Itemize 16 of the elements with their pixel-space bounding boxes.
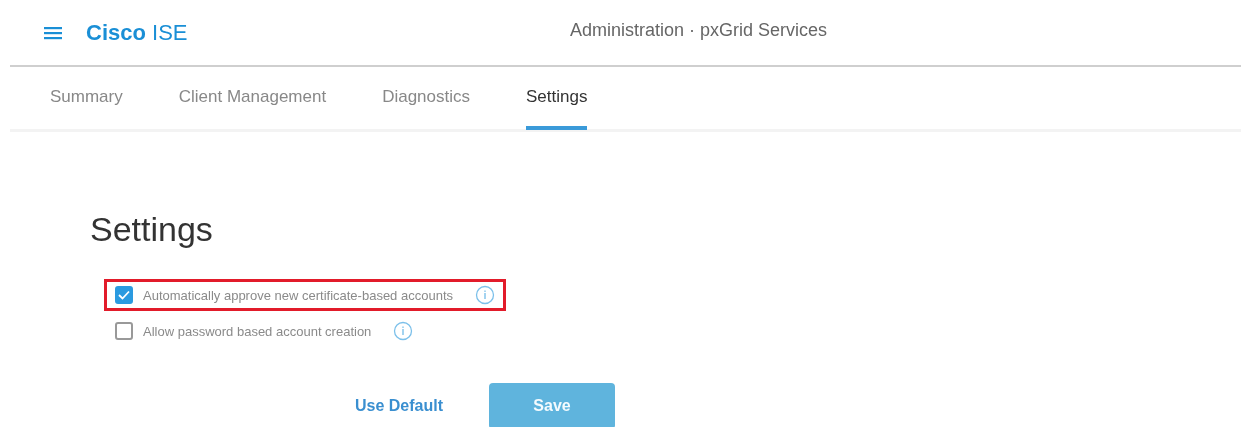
info-icon[interactable]	[393, 321, 414, 341]
tab[interactable]: Client Management	[178, 67, 327, 130]
menu-icon[interactable]	[44, 25, 62, 40]
checkbox-label: Allow password based account creation	[143, 323, 372, 339]
info-icon[interactable]	[475, 285, 495, 305]
tab[interactable]: Summary	[50, 67, 123, 130]
checkbox[interactable]	[115, 286, 133, 304]
page-title: Administration · pxGrid Services	[570, 20, 828, 41]
checkmark-icon	[118, 290, 130, 300]
section-heading: Settings	[90, 210, 214, 249]
tab[interactable]: Diagnostics	[382, 67, 471, 130]
checkbox-label: Automatically approve new certificate-based accounts	[143, 287, 453, 303]
use-default-button[interactable]: Use Default	[355, 397, 444, 415]
app-logo: Cisco ISE	[86, 19, 188, 46]
checkbox[interactable]	[115, 322, 133, 340]
tab[interactable]: Settings	[526, 67, 588, 130]
